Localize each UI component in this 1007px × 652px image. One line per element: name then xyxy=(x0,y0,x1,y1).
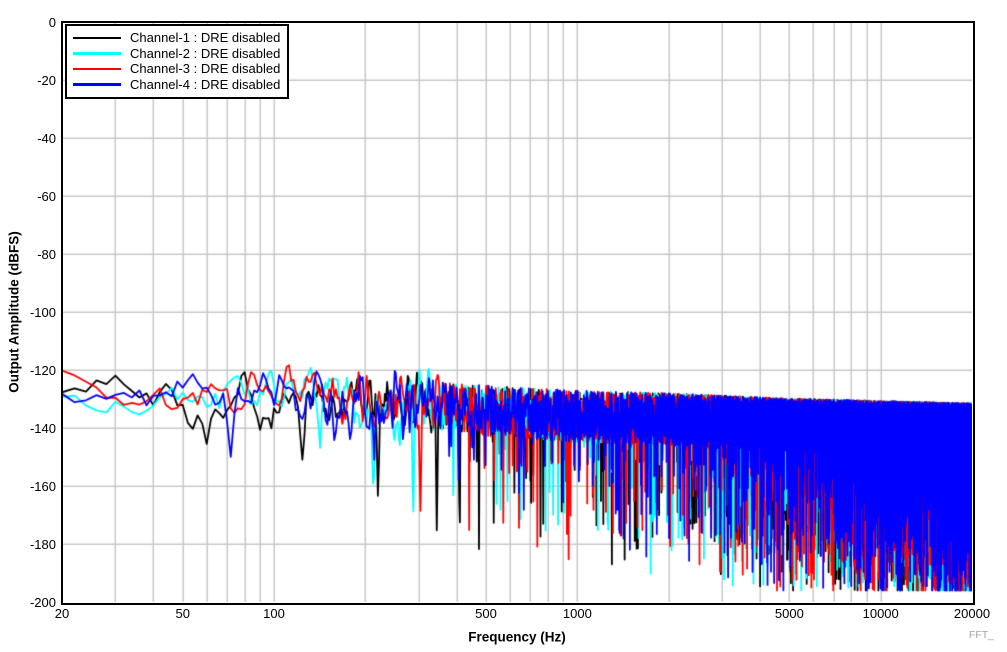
y-tick-label: -140 xyxy=(0,421,56,436)
legend-line-swatch xyxy=(73,37,121,40)
watermark: FFT_ xyxy=(969,629,994,641)
x-tick-label: 5000 xyxy=(775,606,804,621)
y-tick-label: -100 xyxy=(0,305,56,320)
legend-entry: Channel-3 : DRE disabled xyxy=(73,61,280,77)
y-tick-label: -160 xyxy=(0,479,56,494)
legend-line-swatch xyxy=(73,83,121,86)
y-tick-label: -200 xyxy=(0,595,56,610)
y-tick-label: -80 xyxy=(0,247,56,262)
legend-entry: Channel-4 : DRE disabled xyxy=(73,77,280,93)
x-tick-label: 10000 xyxy=(863,606,899,621)
legend-label: Channel-2 : DRE disabled xyxy=(130,46,280,61)
x-tick-label: 500 xyxy=(475,606,497,621)
chart-canvas xyxy=(62,22,972,602)
legend: Channel-1 : DRE disabledChannel-2 : DRE … xyxy=(65,24,289,99)
y-tick-label: -180 xyxy=(0,537,56,552)
legend-entry: Channel-1 : DRE disabled xyxy=(73,30,280,46)
x-tick-label: 20 xyxy=(55,606,69,621)
x-tick-label: 50 xyxy=(175,606,189,621)
x-tick-label: 20000 xyxy=(954,606,990,621)
legend-label: Channel-3 : DRE disabled xyxy=(130,61,280,76)
legend-line-swatch xyxy=(73,52,121,55)
y-tick-label: -120 xyxy=(0,363,56,378)
x-tick-label: 1000 xyxy=(563,606,592,621)
x-tick-label: 100 xyxy=(263,606,285,621)
x-axis-title: Frequency (Hz) xyxy=(468,630,566,645)
legend-line-swatch xyxy=(73,68,121,71)
fft-noise-chart: Output Amplitude (dBFS) 0-20-40-60-80-10… xyxy=(0,0,1007,652)
y-tick-label: 0 xyxy=(0,15,56,30)
legend-label: Channel-4 : DRE disabled xyxy=(130,77,280,92)
legend-entry: Channel-2 : DRE disabled xyxy=(73,46,280,62)
y-tick-label: -20 xyxy=(0,73,56,88)
y-tick-label: -40 xyxy=(0,131,56,146)
y-tick-label: -60 xyxy=(0,189,56,204)
legend-label: Channel-1 : DRE disabled xyxy=(130,30,280,45)
